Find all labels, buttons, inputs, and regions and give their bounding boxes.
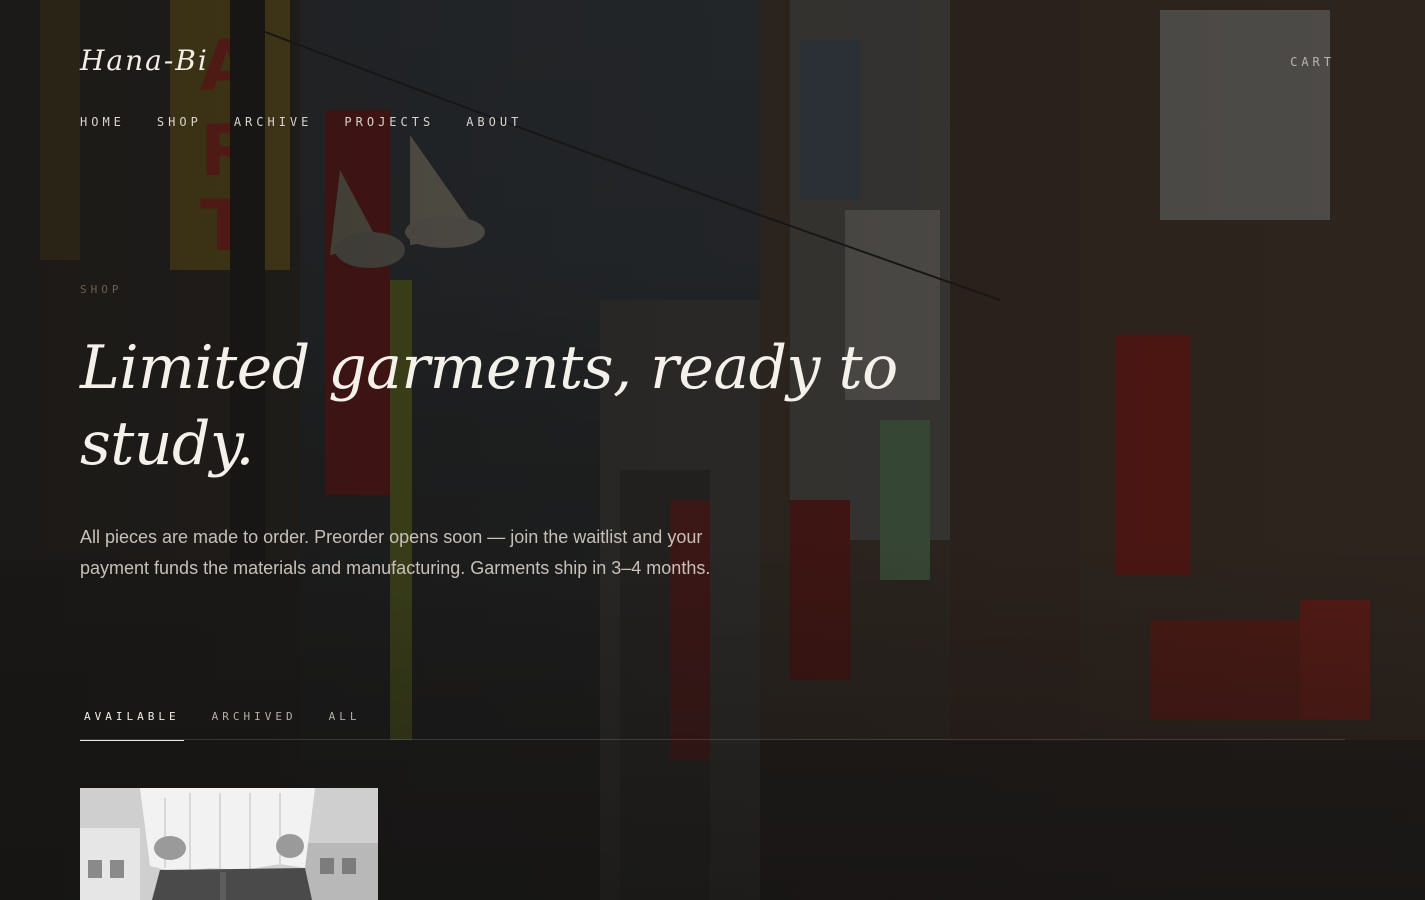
hero-description: All pieces are made to order. Preorder o… (80, 527, 711, 578)
nav-item-shop[interactable]: SHOP (157, 115, 202, 129)
tab-available[interactable]: AVAILABLE (80, 707, 184, 741)
tab-archived[interactable]: ARCHIVED (208, 707, 301, 740)
nav-item-home[interactable]: HOME (80, 115, 125, 129)
nav-item-about[interactable]: ABOUT (466, 115, 522, 129)
main-nav: HOME SHOP ARCHIVE PROJECTS ABOUT (80, 115, 554, 129)
cart-link[interactable]: CART (1290, 55, 1335, 69)
page-title: Limited garments, ready to study. (80, 333, 898, 479)
tab-all[interactable]: ALL (325, 707, 365, 740)
brand-logo[interactable]: Hana-Bi (80, 44, 209, 77)
section-eyebrow: SHOP (80, 283, 123, 296)
filter-tabs: AVAILABLE ARCHIVED ALL (80, 707, 1345, 741)
page: Hana-Bi CART HOME SHOP ARCHIVE PROJECTS … (0, 0, 1425, 900)
product-image (80, 788, 378, 900)
nav-item-projects[interactable]: PROJECTS (344, 115, 434, 129)
product-card[interactable] (80, 788, 378, 900)
nav-item-archive[interactable]: ARCHIVE (234, 115, 313, 129)
